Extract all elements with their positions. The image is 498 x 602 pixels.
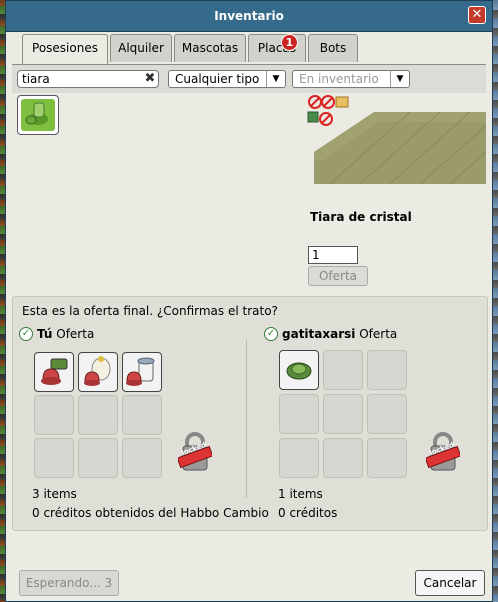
offer-slot-4[interactable] xyxy=(34,395,74,435)
offer-slot-3[interactable] xyxy=(122,352,162,392)
tab-label: Posesiones xyxy=(32,41,98,55)
other-offer-slot-2[interactable] xyxy=(323,350,363,390)
other-offer-slot-5[interactable] xyxy=(323,394,363,434)
quantity-input[interactable]: 1 xyxy=(308,246,358,264)
other-user-name: gatitaxarsi xyxy=(282,327,356,341)
vase-item-icon xyxy=(126,357,155,386)
tab-label: Mascotas xyxy=(181,41,239,55)
check-icon: ✓ xyxy=(264,327,278,341)
clear-search-icon[interactable]: ✖ xyxy=(143,72,157,86)
you-name: Tú xyxy=(37,327,53,341)
offer-button[interactable]: Oferta xyxy=(308,266,368,286)
other-offer-slot-8[interactable] xyxy=(323,438,363,478)
other-offer-slot-3[interactable] xyxy=(367,350,407,390)
you-items-count: 3 items xyxy=(32,487,77,501)
trade-divider xyxy=(246,340,247,498)
other-offer-slot-4[interactable] xyxy=(279,394,319,434)
tab-alquiler[interactable]: Alquiler xyxy=(110,34,172,62)
other-offer-label: gatitaxarsi Oferta xyxy=(282,327,397,341)
offer-slot-8[interactable] xyxy=(78,438,118,478)
other-items-count: 1 items xyxy=(278,487,323,501)
offer-word: Oferta xyxy=(359,327,398,341)
other-offer-slot-9[interactable] xyxy=(367,438,407,478)
room-floor-preview xyxy=(314,112,486,184)
offer-slot-7[interactable] xyxy=(34,438,74,478)
other-offer-slot-7[interactable] xyxy=(279,438,319,478)
other-credits: 0 créditos xyxy=(278,506,338,520)
cancel-button[interactable]: Cancelar xyxy=(415,570,485,596)
close-button[interactable]: ✕ xyxy=(468,6,486,24)
other-offer-slot-1[interactable] xyxy=(279,350,319,390)
offer-slot-1[interactable] xyxy=(34,352,74,392)
tab-label: Bots xyxy=(319,41,347,55)
chevron-down-icon: ▼ xyxy=(266,71,285,87)
trade-confirm-text: Esta es la oferta final. ¿Confirmas el t… xyxy=(22,304,278,318)
you-offer-label: Tú Oferta xyxy=(37,327,94,341)
offer-slot-6[interactable] xyxy=(122,395,162,435)
close-icon: ✕ xyxy=(471,7,483,22)
notification-badge: 1 xyxy=(281,34,298,51)
location-select[interactable]: En inventario ▼ xyxy=(292,70,410,88)
type-select-value: Cualquier tipo xyxy=(175,72,260,86)
location-select-value: En inventario xyxy=(299,72,379,86)
tab-mascotas[interactable]: Mascotas xyxy=(174,34,246,62)
offer-slot-9[interactable] xyxy=(122,438,162,478)
inventory-item-tiara[interactable] xyxy=(17,95,59,135)
other-offer-slot-6[interactable] xyxy=(367,394,407,434)
type-select[interactable]: Cualquier tipo ▼ xyxy=(168,70,286,88)
you-credits: 0 créditos obtenidos del Habbo Cambio xyxy=(32,506,269,520)
check-icon: ✓ xyxy=(19,327,33,341)
tab-bots[interactable]: Bots xyxy=(308,34,358,62)
selected-item-name: Tiara de cristal xyxy=(310,210,412,224)
chevron-down-icon: ▼ xyxy=(390,71,409,87)
waiting-button[interactable]: Esperando... 3 xyxy=(19,570,119,596)
crown-item-icon xyxy=(41,358,68,385)
offer-word: Oferta xyxy=(56,327,95,341)
egg-item-icon xyxy=(84,356,111,386)
offer-slot-5[interactable] xyxy=(78,395,118,435)
item-slot-background xyxy=(21,99,55,131)
tab-posesiones-active[interactable]: Posesiones xyxy=(22,34,108,64)
search-input[interactable]: tiara xyxy=(17,70,159,88)
tab-label: Alquiler xyxy=(118,41,164,55)
window-title: Inventario xyxy=(214,9,284,23)
cabbage-item-icon xyxy=(286,362,312,380)
offer-slot-2[interactable] xyxy=(78,352,118,392)
tiara-icon xyxy=(25,102,48,125)
